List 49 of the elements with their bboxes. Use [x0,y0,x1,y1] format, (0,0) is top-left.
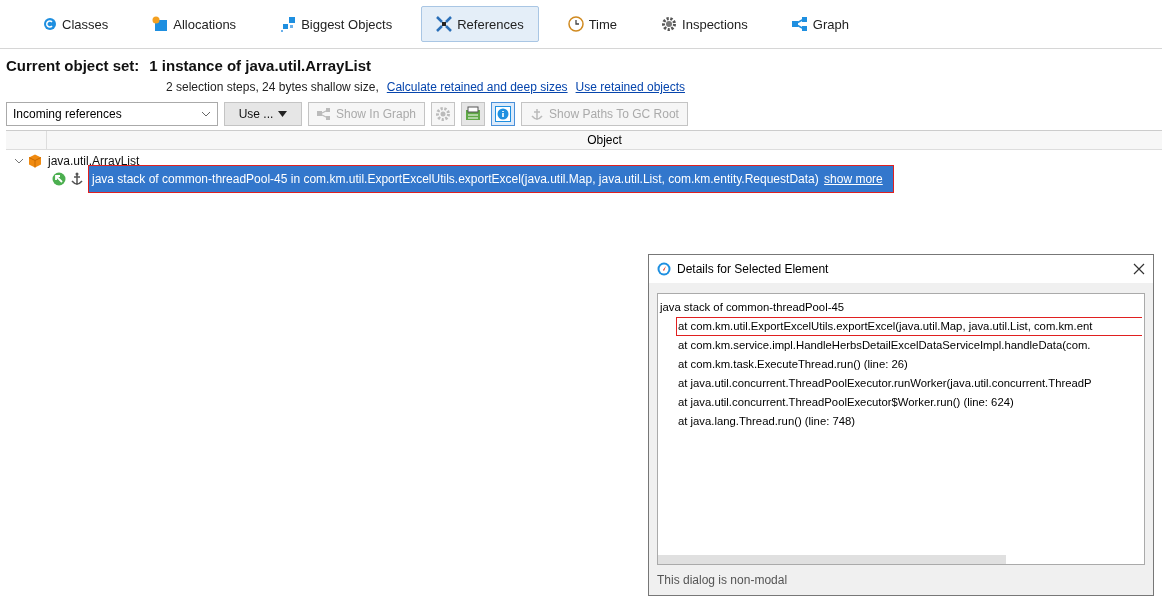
clock-icon [567,16,584,32]
stack-trace-line: at com.km.util.ExportExcelUtils.exportExcel(java.util.Map, java.util.List, com.km.ent [676,317,1142,336]
table-icon [465,106,482,122]
tab[interactable]: Time [552,6,633,42]
gear-icon [661,16,678,32]
stack-trace-line: at java.lang.Thread.run() (line: 748) [677,414,856,429]
summary-text: 2 selection steps, 24 bytes shallow size, [166,80,379,94]
compass-icon [657,262,671,276]
graph-icon [791,16,808,32]
arrows-icon [436,16,453,32]
cube-icon [28,154,42,168]
stack-trace-line: at java.util.concurrent.ThreadPoolExecutor$Worker.run() (line: 624) [677,395,1014,410]
scrollbar-thumb[interactable] [658,555,1006,564]
close-icon[interactable] [1133,263,1145,275]
action-link[interactable]: Calculate retained and deep sizes [386,80,568,94]
dialog-title: Details for Selected Element [677,262,829,276]
circle-c-icon [43,17,57,31]
caret-icon [278,111,288,117]
chevron-down-icon [201,111,211,117]
show-more-link[interactable]: show more [824,172,883,186]
tab[interactable]: Allocations [137,6,252,42]
arrow-circle-icon [52,172,66,186]
tab[interactable]: Inspections [646,6,763,42]
anchor-icon [70,172,84,186]
tab[interactable]: References [421,6,539,42]
tab[interactable]: Classes [28,6,124,42]
square-icon [152,16,169,32]
info-icon [495,106,512,122]
tree-node-text: java stack of common-threadPool-45 in com.km.util.ExportExcelUtils.exportExcel(java.util.Map, java.util.List, com.km.entity.RequestData) [90,171,821,187]
stack-trace-line: at com.km.task.ExecuteThread.run() (line: 26) [677,357,908,372]
object-set-title: 1 instance of java.util.ArrayList [149,57,372,74]
action-link[interactable]: Use retained objects [575,80,685,94]
graph-icon [317,107,331,121]
expand-chevron-icon[interactable] [14,157,24,165]
reference-type-dropdown[interactable]: Incoming references [6,102,218,126]
toolbar-icon-button[interactable] [491,102,516,126]
tab[interactable]: Biggest Objects [265,6,408,42]
toolbar-icon-button[interactable] [461,102,486,126]
section-heading: Current object set: [6,57,140,74]
anchor-icon [530,107,545,121]
dialog-footer-text: This dialog is non-modal [656,572,789,589]
stack-trace-line: at com.km.service.impl.HandleHerbsDetailExcelDataServiceImpl.handleData(com. [677,338,1091,353]
stack-trace-line: java stack of common-threadPool-45 [658,300,844,315]
gear-icon [435,106,452,122]
tree-row-label[interactable]: java stack of common-threadPool-45 in com.km.util.ExportExcelUtils.exportExcel(java.util.Map, java.util.List, com.km.entity.RequestData) show more [88,165,894,193]
tab[interactable]: Graph [776,6,864,42]
use-menu-button[interactable]: Use ... [224,102,302,126]
blocks-icon [280,16,297,32]
stack-trace-line: at java.util.concurrent.ThreadPoolExecutor.runWorker(java.util.concurrent.ThreadP [677,376,1092,391]
